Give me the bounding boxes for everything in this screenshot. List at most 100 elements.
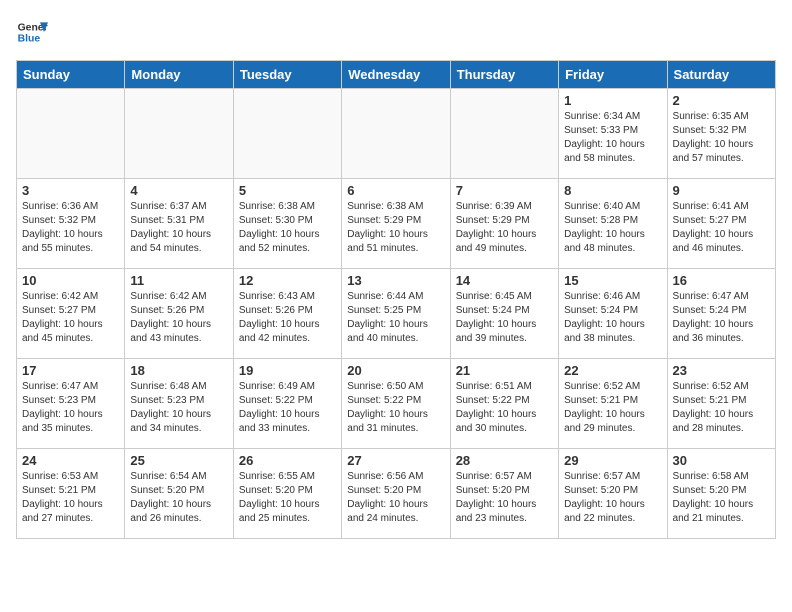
day-number: 11 [130, 273, 227, 288]
day-info: Sunrise: 6:45 AM Sunset: 5:24 PM Dayligh… [456, 290, 553, 346]
calendar-cell: 22 Sunrise: 6:52 AM Sunset: 5:21 PM Dayli… [559, 359, 667, 449]
calendar-cell: 3 Sunrise: 6:36 AM Sunset: 5:32 PM Daylig… [17, 179, 125, 269]
weekday-friday: Friday [559, 61, 667, 89]
calendar-cell: 13 Sunrise: 6:44 AM Sunset: 5:25 PM Dayli… [342, 269, 450, 359]
calendar-cell: 29 Sunrise: 6:57 AM Sunset: 5:20 PM Dayli… [559, 449, 667, 539]
calendar-cell: 20Sunrise: 6:50 AM Sunset: 5:22 PM Dayli… [342, 359, 450, 449]
calendar-cell [342, 89, 450, 179]
day-number: 29 [564, 453, 661, 468]
week-row-4: 17 Sunrise: 6:47 AM Sunset: 5:23 PM Dayli… [17, 359, 776, 449]
day-info: Sunrise: 6:37 AM Sunset: 5:31 PM Dayligh… [130, 200, 227, 256]
calendar-cell: 4 Sunrise: 6:37 AM Sunset: 5:31 PM Daylig… [125, 179, 233, 269]
day-number: 26 [239, 453, 336, 468]
weekday-sunday: Sunday [17, 61, 125, 89]
day-number: 18 [130, 363, 227, 378]
day-info: Sunrise: 6:34 AM Sunset: 5:33 PM Dayligh… [564, 110, 661, 166]
day-info: Sunrise: 6:42 AM Sunset: 5:27 PM Dayligh… [22, 290, 119, 346]
day-number: 15 [564, 273, 661, 288]
day-info: Sunrise: 6:38 AM Sunset: 5:30 PM Dayligh… [239, 200, 336, 256]
calendar-cell: 25Sunrise: 6:54 AM Sunset: 5:20 PM Dayli… [125, 449, 233, 539]
calendar-cell: 15 Sunrise: 6:46 AM Sunset: 5:24 PM Dayli… [559, 269, 667, 359]
day-info: Sunrise: 6:42 AM Sunset: 5:26 PM Dayligh… [130, 290, 227, 346]
day-info: Sunrise: 6:51 AM Sunset: 5:22 PM Dayligh… [456, 380, 553, 436]
calendar-cell: 1 Sunrise: 6:34 AM Sunset: 5:33 PM Daylig… [559, 89, 667, 179]
calendar-cell: 19 Sunrise: 6:49 AM Sunset: 5:22 PM Dayli… [233, 359, 341, 449]
calendar-cell: 23 Sunrise: 6:52 AM Sunset: 5:21 PM Dayli… [667, 359, 775, 449]
day-info: Sunrise: 6:52 AM Sunset: 5:21 PM Dayligh… [564, 380, 661, 436]
calendar-cell: 26 Sunrise: 6:55 AM Sunset: 5:20 PM Dayli… [233, 449, 341, 539]
week-row-3: 10 Sunrise: 6:42 AM Sunset: 5:27 PM Dayli… [17, 269, 776, 359]
day-number: 16 [673, 273, 770, 288]
day-number: 6 [347, 183, 444, 198]
calendar-cell: 28Sunrise: 6:57 AM Sunset: 5:20 PM Dayli… [450, 449, 558, 539]
day-number: 24 [22, 453, 119, 468]
day-number: 23 [673, 363, 770, 378]
calendar-cell: 2 Sunrise: 6:35 AM Sunset: 5:32 PM Daylig… [667, 89, 775, 179]
calendar-cell [125, 89, 233, 179]
day-number: 5 [239, 183, 336, 198]
day-number: 19 [239, 363, 336, 378]
week-row-5: 24 Sunrise: 6:53 AM Sunset: 5:21 PM Dayli… [17, 449, 776, 539]
calendar-body: 1 Sunrise: 6:34 AM Sunset: 5:33 PM Daylig… [17, 89, 776, 539]
week-row-2: 3 Sunrise: 6:36 AM Sunset: 5:32 PM Daylig… [17, 179, 776, 269]
day-number: 4 [130, 183, 227, 198]
day-number: 2 [673, 93, 770, 108]
calendar-cell: 6Sunrise: 6:38 AM Sunset: 5:29 PM Daylig… [342, 179, 450, 269]
calendar-cell: 7 Sunrise: 6:39 AM Sunset: 5:29 PM Daylig… [450, 179, 558, 269]
day-info: Sunrise: 6:52 AM Sunset: 5:21 PM Dayligh… [673, 380, 770, 436]
calendar-cell: 14 Sunrise: 6:45 AM Sunset: 5:24 PM Dayli… [450, 269, 558, 359]
day-info: Sunrise: 6:47 AM Sunset: 5:23 PM Dayligh… [22, 380, 119, 436]
calendar-cell [450, 89, 558, 179]
calendar-cell: 30 Sunrise: 6:58 AM Sunset: 5:20 PM Dayli… [667, 449, 775, 539]
day-info: Sunrise: 6:36 AM Sunset: 5:32 PM Dayligh… [22, 200, 119, 256]
calendar-cell: 8 Sunrise: 6:40 AM Sunset: 5:28 PM Daylig… [559, 179, 667, 269]
day-number: 30 [673, 453, 770, 468]
day-info: Sunrise: 6:57 AM Sunset: 5:20 PM Dayligh… [456, 470, 553, 526]
day-number: 21 [456, 363, 553, 378]
day-number: 17 [22, 363, 119, 378]
day-info: Sunrise: 6:54 AM Sunset: 5:20 PM Dayligh… [130, 470, 227, 526]
day-number: 1 [564, 93, 661, 108]
day-info: Sunrise: 6:58 AM Sunset: 5:20 PM Dayligh… [673, 470, 770, 526]
day-info: Sunrise: 6:47 AM Sunset: 5:24 PM Dayligh… [673, 290, 770, 346]
weekday-thursday: Thursday [450, 61, 558, 89]
day-info: Sunrise: 6:57 AM Sunset: 5:20 PM Dayligh… [564, 470, 661, 526]
day-number: 22 [564, 363, 661, 378]
weekday-monday: Monday [125, 61, 233, 89]
day-info: Sunrise: 6:46 AM Sunset: 5:24 PM Dayligh… [564, 290, 661, 346]
calendar-cell: 16 Sunrise: 6:47 AM Sunset: 5:24 PM Dayli… [667, 269, 775, 359]
day-info: Sunrise: 6:49 AM Sunset: 5:22 PM Dayligh… [239, 380, 336, 436]
day-number: 3 [22, 183, 119, 198]
week-row-1: 1 Sunrise: 6:34 AM Sunset: 5:33 PM Daylig… [17, 89, 776, 179]
calendar-table: SundayMondayTuesdayWednesdayThursdayFrid… [16, 60, 776, 539]
page-header: General Blue [16, 16, 776, 48]
calendar-cell: 10 Sunrise: 6:42 AM Sunset: 5:27 PM Dayli… [17, 269, 125, 359]
day-number: 14 [456, 273, 553, 288]
weekday-header-row: SundayMondayTuesdayWednesdayThursdayFrid… [17, 61, 776, 89]
calendar-cell [17, 89, 125, 179]
day-info: Sunrise: 6:53 AM Sunset: 5:21 PM Dayligh… [22, 470, 119, 526]
logo: General Blue [16, 16, 48, 48]
calendar-cell: 11 Sunrise: 6:42 AM Sunset: 5:26 PM Dayli… [125, 269, 233, 359]
day-number: 8 [564, 183, 661, 198]
calendar-cell [233, 89, 341, 179]
day-info: Sunrise: 6:44 AM Sunset: 5:25 PM Dayligh… [347, 290, 444, 346]
day-number: 13 [347, 273, 444, 288]
day-info: Sunrise: 6:39 AM Sunset: 5:29 PM Dayligh… [456, 200, 553, 256]
svg-text:Blue: Blue [18, 34, 41, 45]
day-number: 7 [456, 183, 553, 198]
calendar-cell: 18 Sunrise: 6:48 AM Sunset: 5:23 PM Dayli… [125, 359, 233, 449]
calendar-cell: 17 Sunrise: 6:47 AM Sunset: 5:23 PM Dayli… [17, 359, 125, 449]
day-number: 20 [347, 363, 444, 378]
day-number: 12 [239, 273, 336, 288]
day-info: Sunrise: 6:48 AM Sunset: 5:23 PM Dayligh… [130, 380, 227, 436]
day-number: 27 [347, 453, 444, 468]
day-number: 10 [22, 273, 119, 288]
day-info: Sunrise: 6:35 AM Sunset: 5:32 PM Dayligh… [673, 110, 770, 166]
calendar-cell: 27 Sunrise: 6:56 AM Sunset: 5:20 PM Dayli… [342, 449, 450, 539]
day-info: Sunrise: 6:40 AM Sunset: 5:28 PM Dayligh… [564, 200, 661, 256]
weekday-tuesday: Tuesday [233, 61, 341, 89]
day-info: Sunrise: 6:56 AM Sunset: 5:20 PM Dayligh… [347, 470, 444, 526]
weekday-saturday: Saturday [667, 61, 775, 89]
day-info: Sunrise: 6:55 AM Sunset: 5:20 PM Dayligh… [239, 470, 336, 526]
